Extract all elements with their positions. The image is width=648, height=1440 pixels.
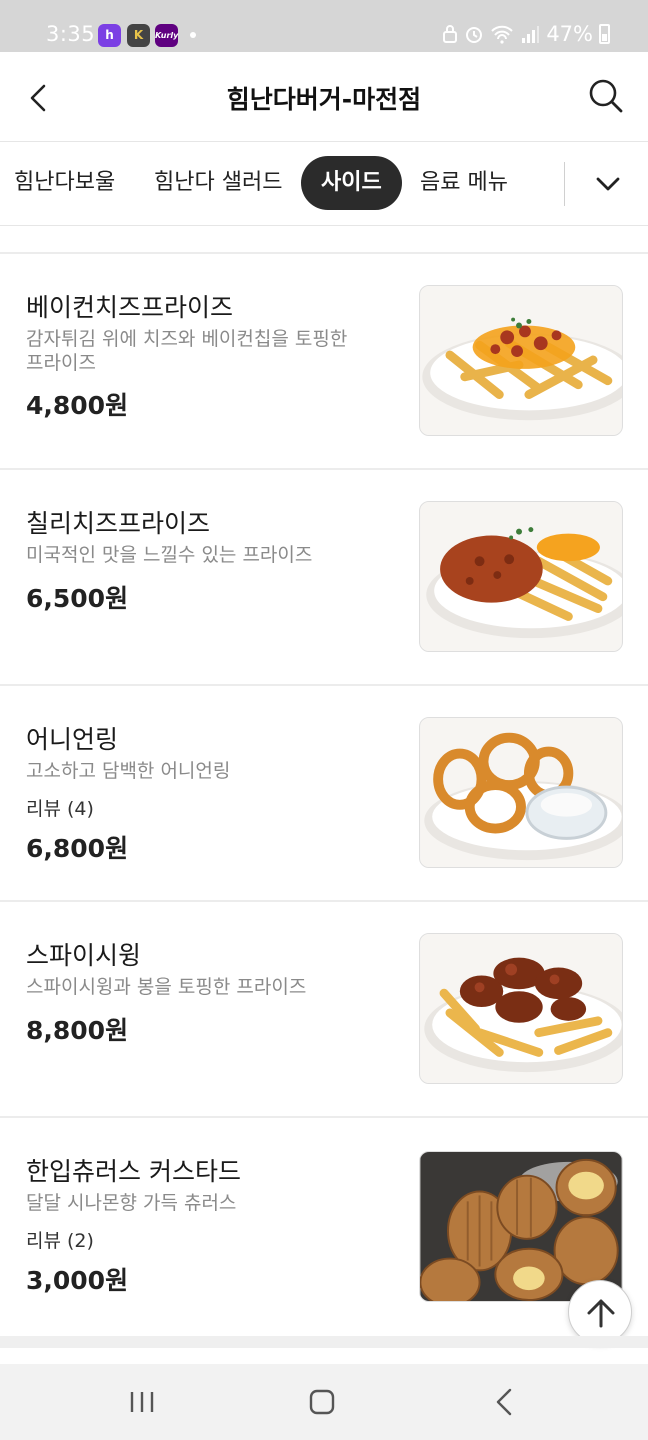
battery-percent: 47% xyxy=(546,22,593,46)
item-name: 어니언링 xyxy=(26,725,119,754)
menu-item[interactable]: 어니언링 고소하고 담백한 어니언링 리뷰 (4) 6,800원 xyxy=(0,686,648,902)
bacon-cheese-fries-image xyxy=(420,286,622,435)
item-description: 미국적인 맛을 느낄수 있는 프라이즈 xyxy=(26,544,313,566)
recent-apps-icon xyxy=(130,1392,154,1412)
item-price: 6,800원 xyxy=(26,834,129,863)
app-notification-icon: K xyxy=(127,24,150,47)
item-photo xyxy=(419,717,623,868)
item-name: 스파이시윙 xyxy=(26,941,142,970)
tab-salad[interactable]: 힘난다 샐러드 xyxy=(154,156,282,210)
lock-icon xyxy=(443,25,458,43)
menu-item[interactable]: 칠리치즈프라이즈 미국적인 맛을 느낄수 있는 프라이즈 6,500원 xyxy=(0,470,648,686)
item-name: 베이컨치즈프라이즈 xyxy=(26,293,234,322)
app-notification-icon: h xyxy=(98,24,121,47)
chili-cheese-fries-image xyxy=(420,502,622,651)
status-indicators: 47% xyxy=(442,22,610,46)
item-description: 스파이시윙과 봉을 토핑한 프라이즈 xyxy=(26,976,307,998)
menu-item[interactable]: 한입츄러스 커스타드 달달 시나몬향 가득 츄러스 리뷰 (2) 3,000원 xyxy=(0,1118,648,1334)
tab-bowl[interactable]: 힘난다보울 xyxy=(14,156,115,210)
status-time: 3:35 xyxy=(46,22,96,46)
expand-categories-button[interactable] xyxy=(588,164,628,204)
more-notifications-icon xyxy=(190,32,196,38)
item-price: 8,800원 xyxy=(26,1016,129,1045)
item-price: 6,500원 xyxy=(26,584,129,613)
item-review-count[interactable]: 리뷰 (4) xyxy=(26,794,94,821)
status-bar: 3:35 h K Kurly 47% xyxy=(0,0,648,52)
tab-divider xyxy=(564,162,565,206)
menu-item[interactable]: 스파이시윙 스파이시윙과 봉을 토핑한 프라이즈 8,800원 xyxy=(0,902,648,1118)
spicy-wings-image xyxy=(420,934,622,1083)
item-description: 감자튀김 위에 치즈와 베이컨칩을 토핑한 프라이즈 xyxy=(26,328,348,374)
chevron-left-icon xyxy=(496,1388,512,1416)
chevron-down-icon xyxy=(596,177,620,191)
app-header: 힘난다버거-마전점 xyxy=(0,52,648,142)
item-photo xyxy=(419,1151,623,1302)
wifi-icon xyxy=(491,25,514,44)
arrow-up-icon xyxy=(587,1299,615,1328)
custard-churros-image xyxy=(420,1152,622,1301)
tab-side[interactable]: 사이드 xyxy=(301,156,402,210)
recent-apps-button[interactable] xyxy=(122,1382,162,1422)
item-photo xyxy=(419,285,623,436)
item-name: 한입츄러스 커스타드 xyxy=(26,1157,241,1186)
search-button[interactable] xyxy=(586,76,626,116)
home-button[interactable] xyxy=(302,1382,342,1422)
system-nav-bar xyxy=(0,1364,648,1440)
item-price: 4,800원 xyxy=(26,391,129,420)
page-title: 힘난다버거-마전점 xyxy=(226,85,422,114)
home-icon xyxy=(309,1389,335,1415)
item-photo xyxy=(419,501,623,652)
system-back-button[interactable] xyxy=(484,1382,524,1422)
onion-rings-image xyxy=(420,718,622,867)
scroll-to-top-button[interactable] xyxy=(568,1280,632,1344)
alarm-icon xyxy=(466,27,483,43)
section-gap xyxy=(0,1336,648,1348)
item-price: 3,000원 xyxy=(26,1266,129,1295)
tab-drinks[interactable]: 음료 메뉴 xyxy=(420,156,508,210)
item-name: 칠리치즈프라이즈 xyxy=(26,509,211,538)
battery-icon xyxy=(599,24,610,44)
item-description: 달달 시나몬향 가득 츄러스 xyxy=(26,1192,237,1214)
app-notification-icon: Kurly xyxy=(155,24,178,47)
item-photo xyxy=(419,933,623,1084)
signal-icon xyxy=(522,26,540,43)
menu-item[interactable]: 베이컨치즈프라이즈 감자튀김 위에 치즈와 베이컨칩을 토핑한 프라이즈 4,8… xyxy=(0,254,648,470)
category-tabs: 힘난다보울 힘난다 샐러드 사이드 음료 메뉴 xyxy=(0,142,648,226)
item-description: 고소하고 담백한 어니언링 xyxy=(26,760,231,782)
search-icon xyxy=(589,79,623,113)
item-review-count[interactable]: 리뷰 (2) xyxy=(26,1226,94,1253)
